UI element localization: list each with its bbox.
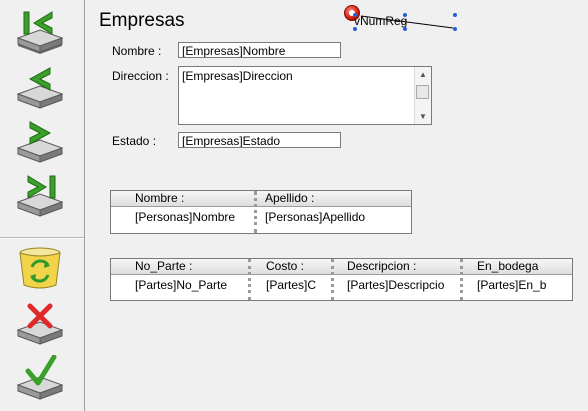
personas-cell-nombre[interactable]: [Personas]Nombre xyxy=(111,207,257,228)
column-divider[interactable] xyxy=(248,259,251,300)
personas-grid[interactable]: Nombre : Apellido : [Personas]Nombre [Pe… xyxy=(110,190,412,234)
previous-arrow-icon xyxy=(16,67,64,109)
next-arrow-icon xyxy=(16,121,64,163)
column-divider[interactable] xyxy=(254,191,257,233)
selection-handle[interactable] xyxy=(453,27,457,31)
partes-header-no-parte[interactable]: No_Parte : xyxy=(111,259,249,275)
nombre-field[interactable]: [Empresas]Nombre xyxy=(178,42,341,58)
first-record-icon xyxy=(16,11,64,54)
last-record-icon xyxy=(16,175,64,217)
next-record-button[interactable] xyxy=(12,118,68,164)
column-divider[interactable] xyxy=(460,259,463,300)
personas-header-apellido[interactable]: Apellido : xyxy=(257,191,411,207)
personas-header-nombre[interactable]: Nombre : xyxy=(111,191,257,207)
partes-cell-no-parte[interactable]: [Partes]No_Parte xyxy=(111,275,249,296)
first-record-button[interactable] xyxy=(12,8,68,54)
toolbar-separator xyxy=(0,237,84,239)
partes-header-costo[interactable]: Costo : xyxy=(249,259,332,275)
partes-header-descripcion[interactable]: Descripcion : xyxy=(332,259,462,275)
selection-handle[interactable] xyxy=(403,13,407,17)
scroll-down-icon[interactable]: ▼ xyxy=(419,112,427,121)
last-record-button[interactable] xyxy=(12,172,68,218)
personas-cell-apellido[interactable]: [Personas]Apellido xyxy=(257,207,411,228)
cancel-x-icon xyxy=(16,303,64,345)
direccion-value: [Empresas]Direccion xyxy=(182,69,293,83)
partes-grid[interactable]: No_Parte : Costo : Descripcion : En_bode… xyxy=(110,258,573,301)
direccion-scrollbar[interactable]: ▲ ▼ xyxy=(414,67,431,124)
previous-record-button[interactable] xyxy=(12,64,68,110)
nombre-label: Nombre : xyxy=(112,44,162,58)
selection-handle[interactable] xyxy=(453,13,457,17)
scroll-thumb[interactable] xyxy=(416,85,429,99)
partes-cell-descripcion[interactable]: [Partes]Descripcio xyxy=(332,275,462,296)
selection-line xyxy=(360,15,454,29)
cancel-button[interactable] xyxy=(12,300,68,346)
partes-header-en-bodega[interactable]: En_bodega xyxy=(462,259,572,275)
refresh-button[interactable] xyxy=(12,245,68,291)
column-divider[interactable] xyxy=(331,259,334,300)
form-title: Empresas xyxy=(99,10,185,31)
partes-cell-costo[interactable]: [Partes]C xyxy=(249,275,332,296)
accept-button[interactable] xyxy=(12,354,68,401)
selection-handle[interactable] xyxy=(403,27,407,31)
recycle-bin-icon xyxy=(19,247,61,289)
direccion-label: Direccion : xyxy=(112,69,169,83)
navigation-toolbar xyxy=(0,0,85,411)
form-area: Empresas vNumReg Nombre : [Empresas]Nomb… xyxy=(85,0,588,411)
checkmark-icon xyxy=(16,354,64,400)
selection-handle[interactable] xyxy=(353,27,357,31)
estado-field[interactable]: [Empresas]Estado xyxy=(178,132,341,148)
selection-handle[interactable] xyxy=(353,13,357,17)
partes-cell-en-bodega[interactable]: [Partes]En_b xyxy=(462,275,572,296)
estado-label: Estado : xyxy=(112,134,157,148)
direccion-textarea[interactable]: [Empresas]Direccion ▲ ▼ xyxy=(178,66,432,125)
scroll-up-icon[interactable]: ▲ xyxy=(419,70,427,79)
